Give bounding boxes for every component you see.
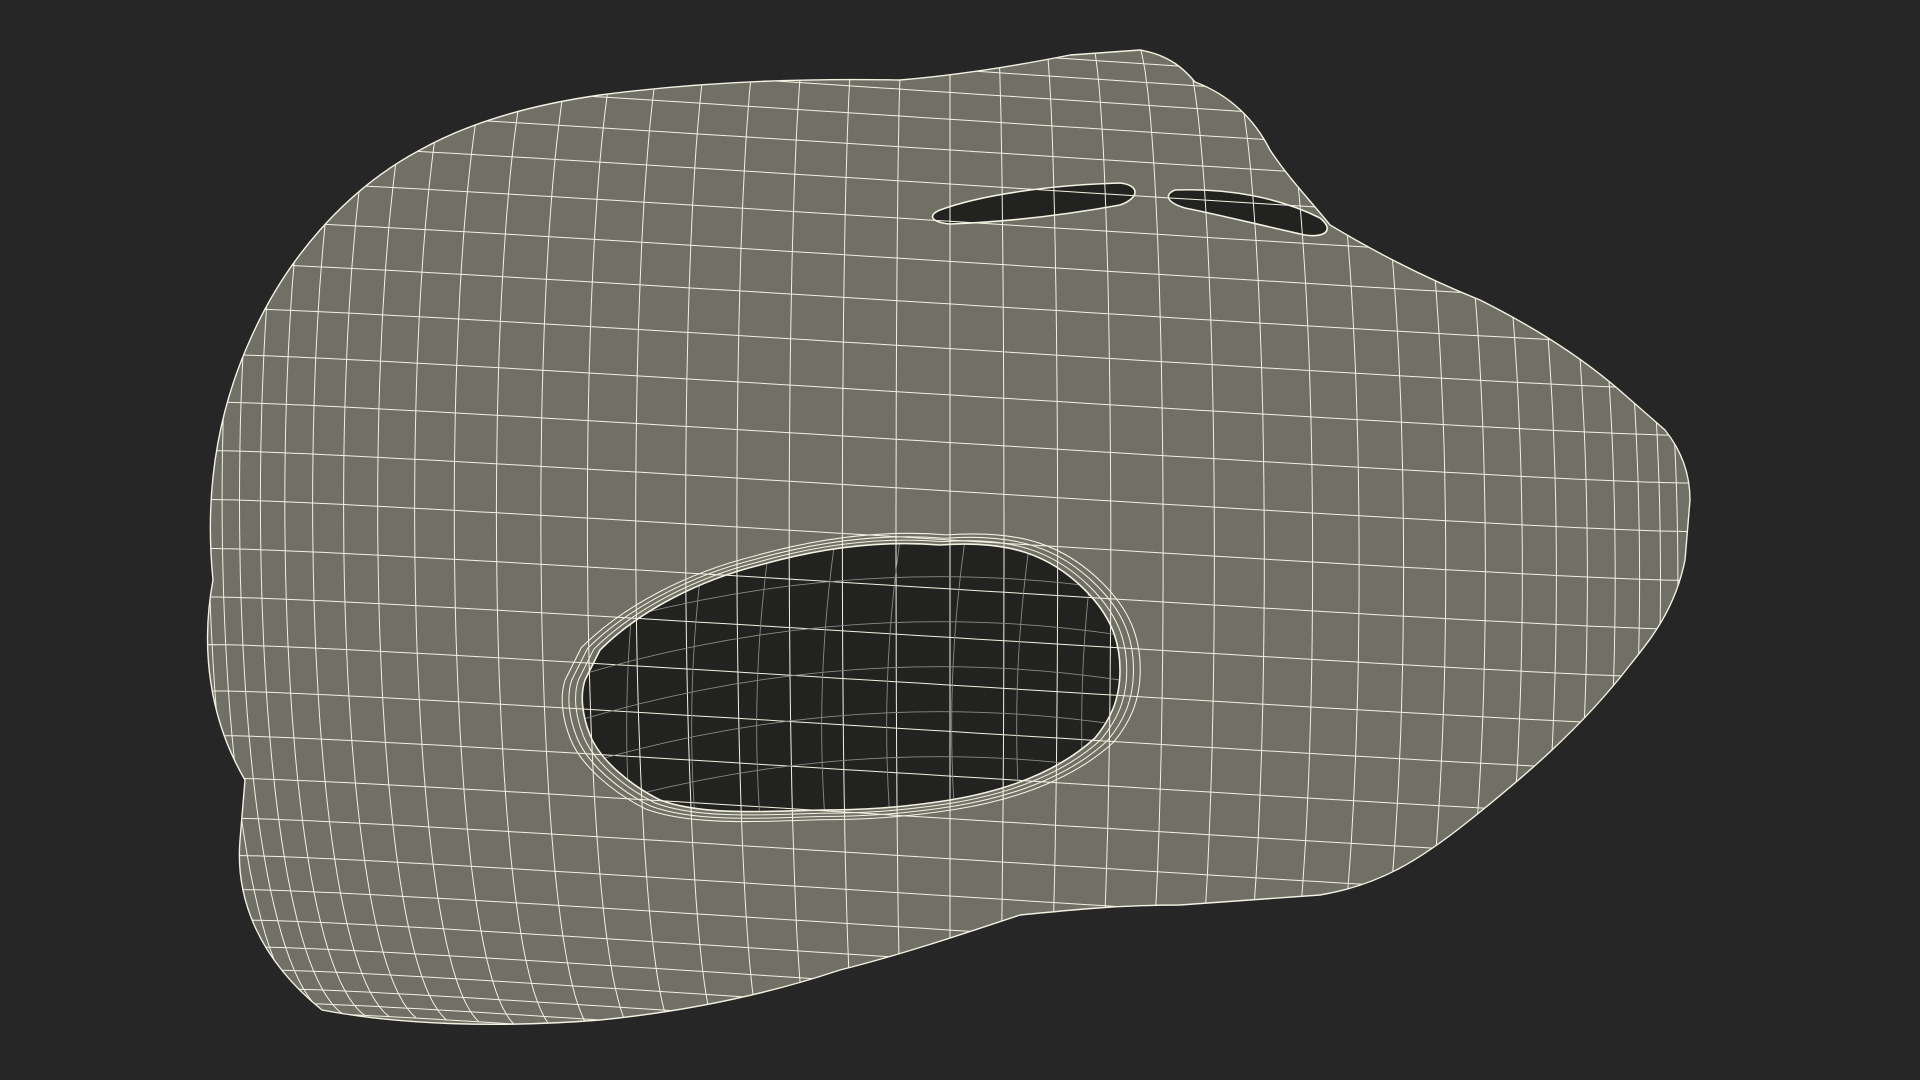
viewport-canvas[interactable] [0,0,1920,1080]
viewport[interactable] [0,0,1920,1080]
